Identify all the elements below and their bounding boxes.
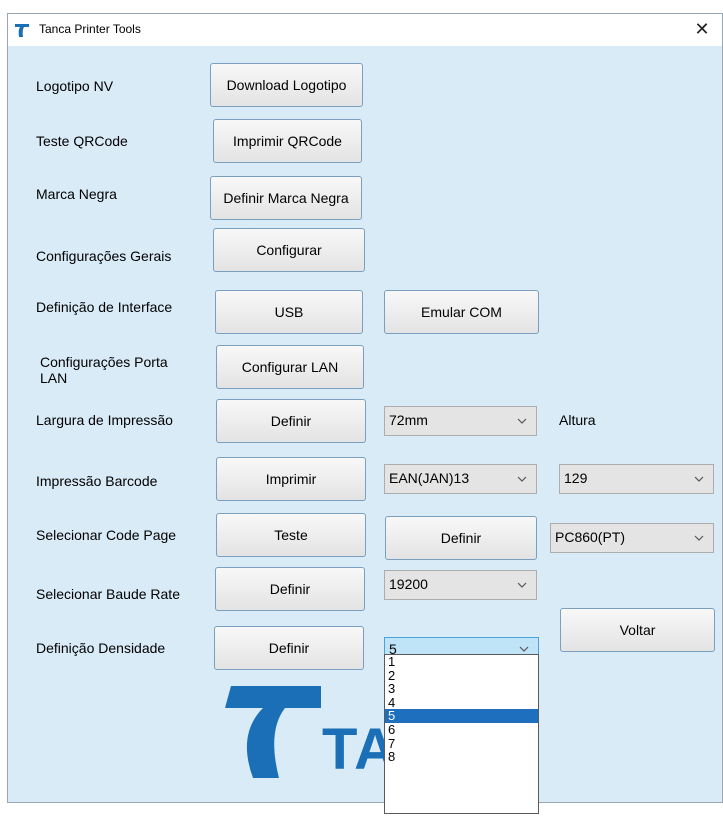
tanca-app-icon: [15, 24, 29, 37]
barcode-type-combo[interactable]: EAN(JAN)13: [384, 464, 537, 494]
densidade-option[interactable]: 3: [385, 682, 538, 696]
qrcode-label: Teste QRCode: [36, 133, 128, 149]
code-page-label: Selecionar Code Page: [36, 527, 177, 543]
title-bar: Tanca Printer Tools ✕: [8, 14, 722, 46]
largura-combo[interactable]: 72mm: [384, 406, 537, 436]
definir-marca-negra-button[interactable]: Definir Marca Negra: [210, 176, 362, 220]
close-icon[interactable]: ✕: [682, 14, 722, 46]
code-page-combo[interactable]: PC860(PT): [550, 523, 714, 553]
download-logotipo-button[interactable]: Download Logotipo: [210, 63, 363, 107]
app-window: Tanca Printer Tools ✕ Logotipo NV Downlo…: [7, 13, 723, 814]
chevron-down-icon: [517, 582, 527, 588]
usb-button[interactable]: USB: [215, 290, 363, 334]
configurar-lan-button[interactable]: Configurar LAN: [216, 345, 364, 389]
code-page-value: PC860(PT): [555, 529, 626, 545]
chevron-down-icon: [694, 535, 704, 541]
chevron-down-icon: [694, 476, 704, 482]
densidade-option[interactable]: 7: [385, 736, 538, 751]
marca-negra-label: Marca Negra: [36, 186, 117, 202]
imprimir-barcode-button[interactable]: Imprimir: [216, 457, 366, 501]
logotipo-label: Logotipo NV: [36, 78, 114, 94]
voltar-button[interactable]: Voltar: [560, 608, 715, 652]
baude-rate-label: Selecionar Baude Rate: [36, 586, 180, 602]
chevron-down-icon: [517, 476, 527, 482]
teste-code-page-button[interactable]: Teste: [216, 513, 366, 557]
densidade-option[interactable]: 4: [385, 696, 538, 710]
altura-value: 129: [564, 470, 588, 486]
definir-code-page-button[interactable]: Definir: [385, 516, 537, 560]
densidade-option[interactable]: 5: [385, 709, 538, 723]
configurar-button[interactable]: Configurar: [213, 228, 365, 272]
window-title: Tanca Printer Tools: [39, 22, 141, 36]
densidade-dropdown-list[interactable]: 12345678: [384, 654, 539, 814]
largura-label: Largura de Impressão: [36, 412, 173, 428]
altura-label: Altura: [559, 412, 596, 428]
altura-combo[interactable]: 129: [559, 464, 714, 494]
chevron-down-icon: [517, 418, 527, 424]
densidade-option[interactable]: 2: [385, 668, 538, 683]
densidade-label: Definição Densidade: [36, 640, 166, 656]
densidade-option[interactable]: 6: [385, 723, 538, 737]
barcode-type-value: EAN(JAN)13: [389, 470, 470, 486]
imprimir-qrcode-button[interactable]: Imprimir QRCode: [213, 119, 362, 163]
emular-com-button[interactable]: Emular COM: [384, 290, 539, 334]
densidade-option[interactable]: 8: [385, 750, 538, 764]
definir-densidade-button[interactable]: Definir: [214, 626, 364, 670]
definir-baude-button[interactable]: Definir: [215, 567, 365, 611]
largura-value: 72mm: [389, 412, 428, 428]
baude-rate-combo[interactable]: 19200: [384, 570, 537, 600]
porta-lan-label: Configurações Porta LAN: [40, 354, 168, 386]
definir-largura-button[interactable]: Definir: [216, 399, 366, 443]
densidade-option[interactable]: 1: [385, 655, 538, 669]
baude-rate-value: 19200: [389, 576, 428, 592]
interface-label: Definição de Interface: [36, 299, 173, 315]
tanca-logo-icon: [225, 686, 321, 778]
barcode-label: Impressão Barcode: [36, 473, 158, 489]
config-gerais-label: Configurações Gerais: [36, 248, 172, 264]
